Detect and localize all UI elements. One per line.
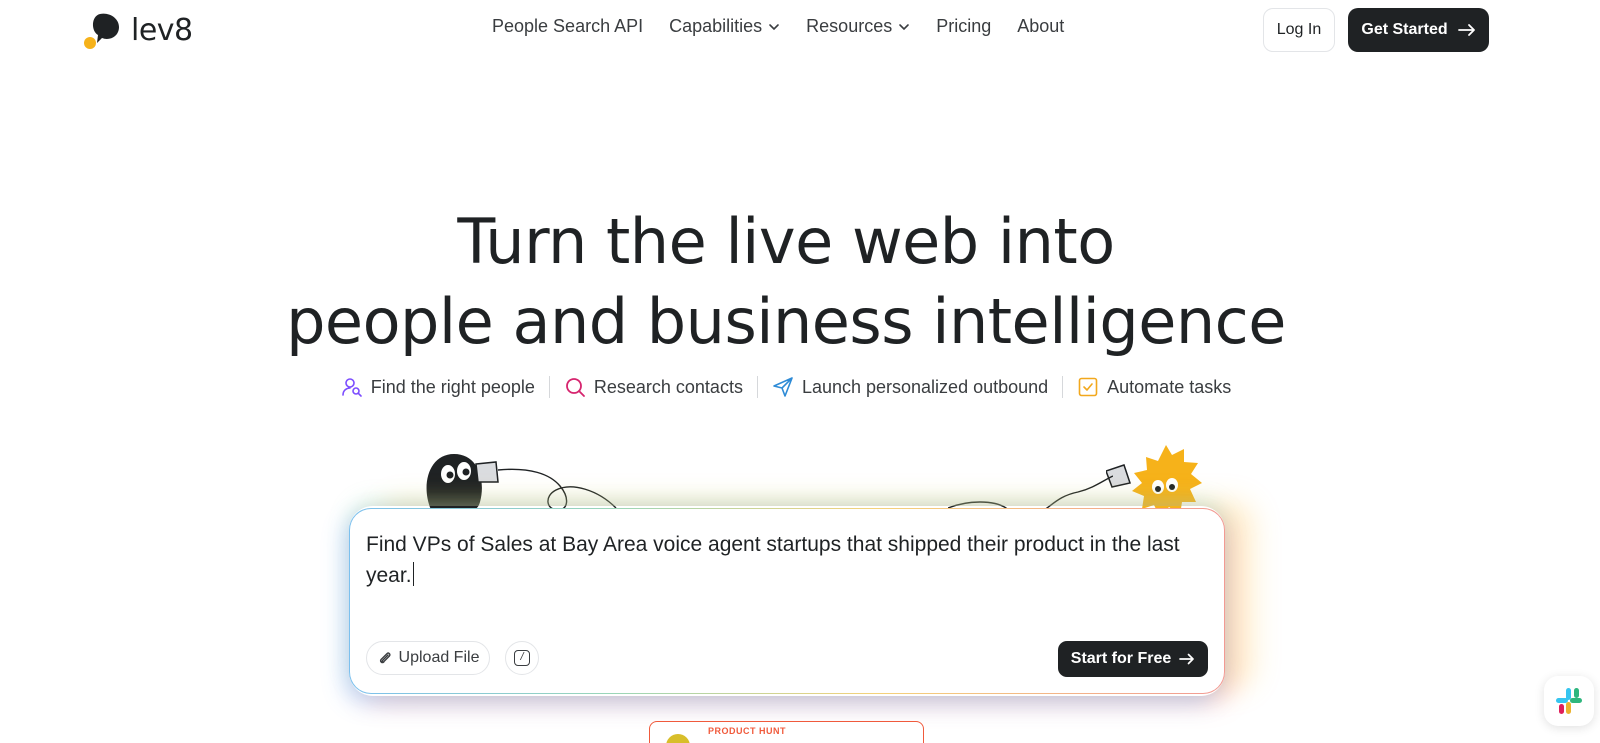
feature-find-people: Find the right people — [327, 376, 549, 398]
slack-chat-button[interactable] — [1544, 676, 1594, 726]
nav-link-about[interactable]: About — [1017, 16, 1064, 37]
nav-link-capabilities[interactable]: Capabilities — [669, 16, 780, 37]
product-hunt-medal-icon — [666, 734, 690, 743]
hero-title: Turn the live web into people and busine… — [0, 202, 1572, 362]
brand-logo[interactable]: lev8 — [83, 9, 193, 51]
login-button[interactable]: Log In — [1263, 8, 1335, 52]
chevron-down-icon — [769, 23, 779, 30]
feature-research-contacts: Research contacts — [550, 376, 757, 398]
top-nav: lev8 People Search API Capabilities Reso… — [0, 0, 1600, 62]
arrow-right-icon — [1179, 653, 1195, 665]
product-hunt-badge[interactable]: PRODUCT HUNT — [649, 721, 924, 743]
prompt-input[interactable]: Find VPs of Sales at Bay Area voice agen… — [366, 529, 1206, 591]
product-hunt-label: PRODUCT HUNT — [708, 726, 786, 736]
brand-name: lev8 — [131, 12, 193, 48]
nav-link-label: Capabilities — [669, 16, 763, 36]
feature-list: Find the right people Research contacts … — [0, 376, 1572, 398]
nav-link-people-search-api[interactable]: People Search API — [492, 16, 643, 37]
slash-command-button[interactable]: / — [505, 641, 539, 675]
send-icon — [773, 377, 793, 397]
nav-link-resources[interactable]: Resources — [806, 16, 910, 37]
nav-link-label: Pricing — [936, 16, 992, 36]
search-icon — [565, 378, 585, 397]
get-started-button[interactable]: Get Started — [1348, 8, 1489, 52]
nav-link-label: About — [1017, 16, 1065, 36]
nav-link-label: People Search API — [492, 16, 644, 36]
paperclip-icon — [379, 652, 391, 664]
nav-link-label: Resources — [806, 16, 893, 36]
get-started-label: Get Started — [1361, 21, 1448, 38]
slash-command-icon: / — [514, 650, 530, 666]
user-search-icon — [341, 378, 362, 397]
hero-title-line-2: people and business intelligence — [286, 285, 1286, 358]
logo-mark-icon — [83, 10, 123, 50]
feature-launch-outbound: Launch personalized outbound — [758, 376, 1062, 398]
prompt-box: Find VPs of Sales at Bay Area voice agen… — [349, 508, 1225, 694]
checkbox-icon — [1078, 377, 1098, 397]
feature-label: Launch personalized outbound — [801, 376, 1049, 397]
hero-title-line-1: Turn the live web into — [457, 205, 1115, 278]
feature-label: Find the right people — [370, 376, 535, 397]
prompt-text-value: Find VPs of Sales at Bay Area voice agen… — [366, 533, 1180, 587]
slack-icon — [1556, 688, 1582, 714]
upload-file-label: Upload File — [398, 649, 480, 666]
nav-link-pricing[interactable]: Pricing — [936, 16, 991, 37]
chevron-down-icon — [899, 23, 910, 30]
feature-label: Research contacts — [593, 376, 743, 397]
text-caret — [412, 562, 414, 586]
feature-label: Automate tasks — [1107, 376, 1232, 397]
upload-file-button[interactable]: Upload File — [366, 641, 490, 675]
arrow-right-icon — [1457, 24, 1475, 36]
start-for-free-label: Start for Free — [1070, 650, 1172, 667]
start-for-free-button[interactable]: Start for Free — [1058, 641, 1208, 677]
feature-automate-tasks: Automate tasks — [1063, 376, 1245, 398]
nav-links: People Search API Capabilities Resources… — [492, 16, 1064, 37]
